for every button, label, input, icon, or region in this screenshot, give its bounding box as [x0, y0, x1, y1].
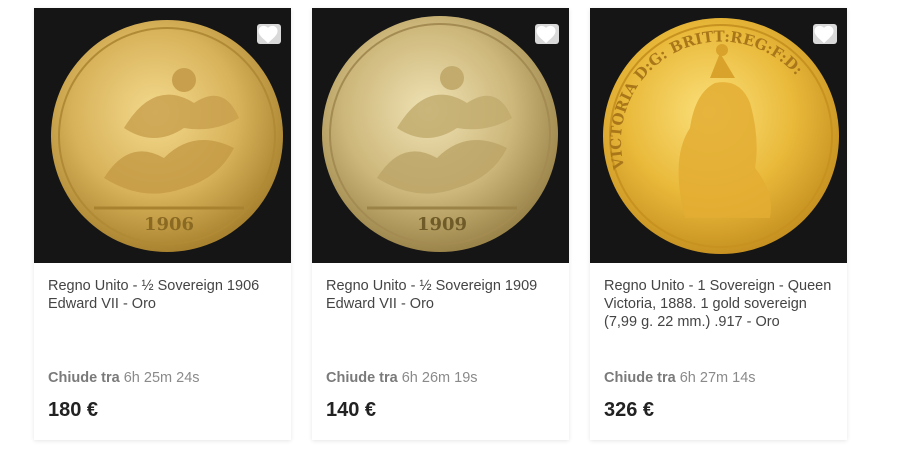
svg-text:1906: 1906	[144, 214, 194, 235]
heart-icon[interactable]	[535, 24, 557, 44]
countdown-value: 6h 27m 14s	[679, 370, 756, 386]
countdown-label: Chiude tra	[48, 370, 120, 386]
listing-price: 326 €	[604, 399, 655, 421]
coin-image-queen-victoria: VICTORIA D:G: BRITT:REG:F:D:	[603, 18, 839, 254]
listing-info: Regno Unito - ½ Sovereign 1909 Edward VI…	[326, 263, 557, 440]
coin-image-george-dragon: 1909	[322, 16, 558, 252]
countdown: Chiude tra 6h 26m 19s	[326, 370, 478, 386]
listing-image[interactable]: VICTORIA D:G: BRITT:REG:F:D: 10	[590, 8, 847, 263]
listing-card[interactable]: VICTORIA D:G: BRITT:REG:F:D: 10 Regno Un…	[590, 8, 847, 440]
countdown-label: Chiude tra	[326, 370, 398, 386]
heart-icon[interactable]	[257, 24, 279, 44]
listing-card[interactable]: 1909 3 Regno Unito - ½ Sovereign 1909 Ed…	[312, 8, 569, 440]
listing-title[interactable]: Regno Unito - 1 Sovereign - Queen Victor…	[604, 277, 835, 331]
countdown: Chiude tra 6h 25m 24s	[48, 370, 200, 386]
coin-image-george-dragon: 1906	[51, 20, 283, 252]
countdown: Chiude tra 6h 27m 14s	[604, 370, 756, 386]
svg-text:1909: 1909	[417, 214, 467, 235]
listing-title[interactable]: Regno Unito - ½ Sovereign 1906 Edward VI…	[48, 277, 279, 313]
listing-price: 140 €	[326, 399, 377, 421]
countdown-label: Chiude tra	[604, 370, 676, 386]
listing-info: Regno Unito - 1 Sovereign - Queen Victor…	[604, 263, 835, 440]
listing-card[interactable]: 1906 6 Regno Unito - ½ Sovereign 1906 Ed…	[34, 8, 291, 440]
listing-info: Regno Unito - ½ Sovereign 1906 Edward VI…	[48, 263, 279, 440]
listing-price: 180 €	[48, 399, 99, 421]
countdown-value: 6h 25m 24s	[123, 370, 200, 386]
listing-image[interactable]: 1906 6	[34, 8, 291, 263]
countdown-value: 6h 26m 19s	[401, 370, 478, 386]
listing-title[interactable]: Regno Unito - ½ Sovereign 1909 Edward VI…	[326, 277, 557, 313]
heart-icon[interactable]	[813, 24, 835, 44]
listing-image[interactable]: 1909 3	[312, 8, 569, 263]
